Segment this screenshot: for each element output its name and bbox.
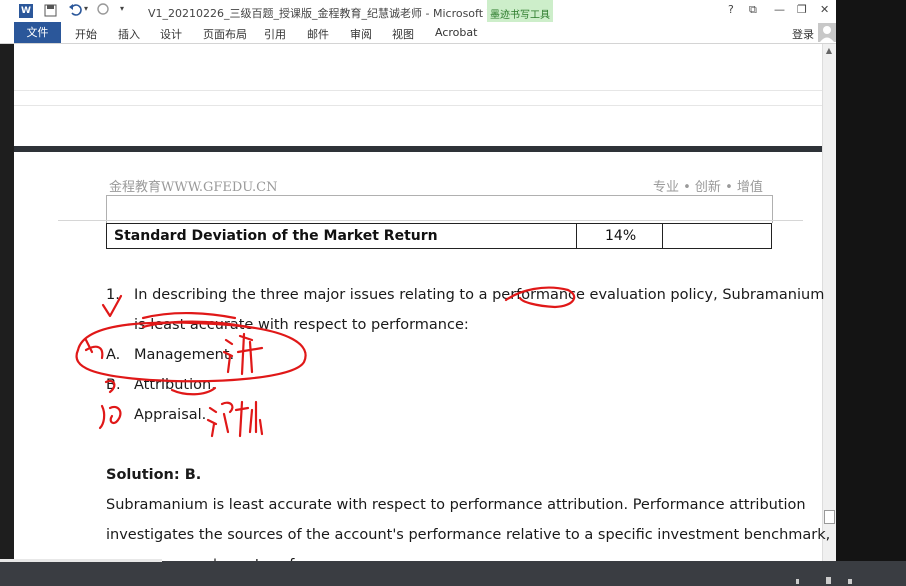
ink-underline [504,286,576,309]
taskbar-icon[interactable] [848,579,852,584]
ink-chinese-management [222,332,264,376]
ink-annotations [75,286,576,438]
ink-scribble [84,338,104,360]
taskbar-icon[interactable] [796,579,799,584]
taskbar-icon[interactable] [826,577,831,584]
progress-strip [0,559,162,562]
ink-circle [75,321,307,383]
ink-stroke [141,312,237,320]
ink-scribble [104,379,116,394]
taskbar [0,561,906,586]
ink-underline [170,386,217,396]
ink-chinese-appraisal [206,400,264,438]
ink-check-mark [101,294,123,318]
ink-scribble [98,404,122,430]
